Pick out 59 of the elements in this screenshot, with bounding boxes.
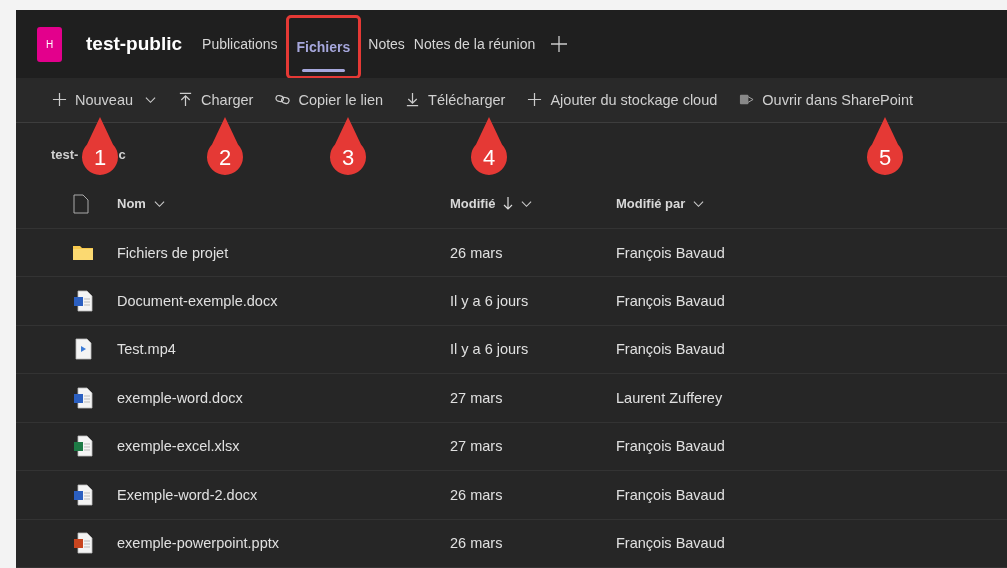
channel-tab[interactable]: Publications (199, 10, 281, 78)
toolbar-button[interactable]: Nouveau (52, 91, 157, 108)
file-name[interactable]: Exemple-word-2.docx (117, 486, 450, 503)
chevron-down-icon (153, 199, 165, 208)
modified-by: François Bavaud (616, 244, 726, 261)
numbered-callout: 4 (469, 115, 509, 177)
modified-date: 26 mars (450, 486, 504, 503)
word-document-icon (73, 483, 93, 506)
chevron-down-icon (693, 199, 705, 208)
file-name[interactable]: exemple-excel.xlsx (117, 438, 450, 455)
file-name[interactable]: Test.mp4 (117, 341, 450, 358)
modified-by: François Bavaud (616, 535, 726, 552)
chevron-down-icon (520, 199, 532, 208)
modified-by: François Bavaud (616, 341, 726, 358)
download-icon (405, 92, 421, 108)
modified-date: 26 mars (450, 244, 504, 261)
team-avatar: H (37, 26, 62, 62)
breadcrumb: test- (51, 146, 79, 162)
numbered-callout: 2 (205, 115, 245, 177)
excel-document-icon (73, 435, 93, 458)
modified-date: Il y a 6 jours (450, 292, 530, 309)
plus-icon (52, 92, 67, 108)
file-name[interactable]: Document-exemple.docx (117, 292, 450, 309)
add-tab-icon[interactable] (551, 36, 568, 52)
toolbar-button[interactable]: Copier le lien (275, 91, 384, 108)
modified-by: François Bavaud (616, 292, 726, 309)
video-file-icon (73, 338, 93, 361)
column-header[interactable]: Modifié par (616, 196, 686, 212)
modified-date: 27 mars (450, 438, 504, 455)
numbered-callout: 5 (865, 115, 905, 177)
numbered-callout: 3 (328, 115, 368, 177)
toolbar-button[interactable]: Ajouter du stockage cloud (527, 91, 718, 108)
modified-by: François Bavaud (616, 486, 726, 503)
team-name: test-public (86, 33, 183, 55)
file-name[interactable]: Fichiers de projet (117, 244, 450, 261)
modified-by: François Bavaud (616, 438, 726, 455)
toolbar-button[interactable]: Charger (178, 91, 254, 108)
modified-date: Il y a 6 jours (450, 341, 530, 358)
numbered-callout: 1 (80, 115, 120, 177)
modified-date: 26 mars (450, 535, 504, 552)
column-header[interactable]: Nom (117, 196, 146, 212)
upload-icon (178, 92, 194, 108)
file-name[interactable]: exemple-word.docx (117, 389, 450, 406)
powerpoint-document-icon (73, 532, 93, 555)
plus-icon (527, 92, 543, 108)
file-type-icon (73, 193, 89, 214)
channel-tab[interactable]: Notes de la réunion (410, 10, 539, 78)
file-name[interactable]: exemple-powerpoint.pptx (117, 535, 450, 552)
toolbar-button[interactable]: Ouvrir dans SharePoint (739, 91, 914, 108)
channel-tab[interactable]: Notes (365, 10, 408, 78)
breadcrumb: c (118, 146, 126, 162)
modified-by: Laurent Zufferey (616, 389, 724, 406)
chevron-down-icon (145, 95, 157, 104)
modified-date: 27 mars (450, 389, 504, 406)
toolbar-button[interactable]: Télécharger (405, 91, 506, 108)
column-header[interactable]: Modifié (450, 196, 496, 212)
word-document-icon (73, 289, 93, 312)
word-document-icon (73, 386, 93, 409)
channel-tab[interactable]: Fichiers (288, 18, 359, 76)
